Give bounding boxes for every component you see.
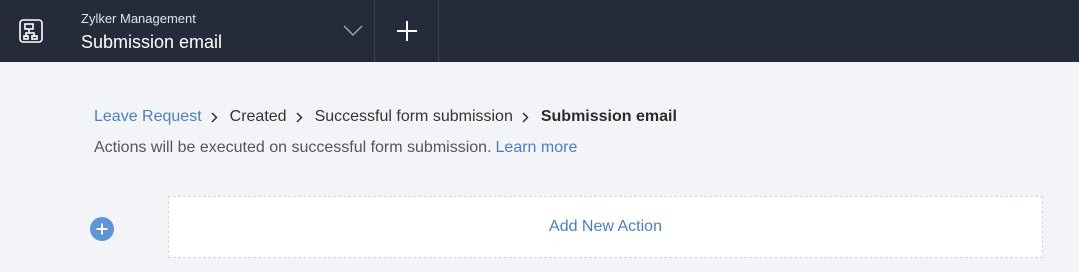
info-text: Actions will be executed on successful f… xyxy=(94,139,492,156)
breadcrumb-item-created[interactable]: Created xyxy=(230,108,287,126)
chevron-down-icon xyxy=(343,25,363,37)
header-divider xyxy=(438,0,439,62)
breadcrumb-item-successful-form-submission[interactable]: Successful form submission xyxy=(315,108,513,126)
breadcrumb: Leave Request Created Successful form su… xyxy=(94,107,677,127)
chevron-right-icon xyxy=(296,111,303,123)
app-icon-button[interactable] xyxy=(0,0,62,62)
add-new-action-label: Add New Action xyxy=(549,218,662,235)
add-new-action-button[interactable]: Add New Action xyxy=(168,196,1043,258)
breadcrumb-current: Submission email xyxy=(540,108,677,125)
learn-more-link[interactable]: Learn more xyxy=(496,139,578,156)
workflow-icon xyxy=(19,19,43,43)
app-subtitle: Zylker Management xyxy=(81,11,196,26)
plus-icon xyxy=(396,21,417,41)
chevron-right-icon xyxy=(211,111,218,123)
title-dropdown-button[interactable] xyxy=(332,0,374,62)
add-button[interactable] xyxy=(375,0,438,62)
page-title: Submission email xyxy=(81,32,223,52)
plus-circle-icon[interactable] xyxy=(90,217,114,241)
info-message: Actions will be executed on successful f… xyxy=(94,139,577,157)
top-bar: Zylker Management Submission email xyxy=(0,0,1079,62)
breadcrumb-item-leave-request[interactable]: Leave Request xyxy=(94,108,202,126)
chevron-right-icon xyxy=(522,111,529,123)
